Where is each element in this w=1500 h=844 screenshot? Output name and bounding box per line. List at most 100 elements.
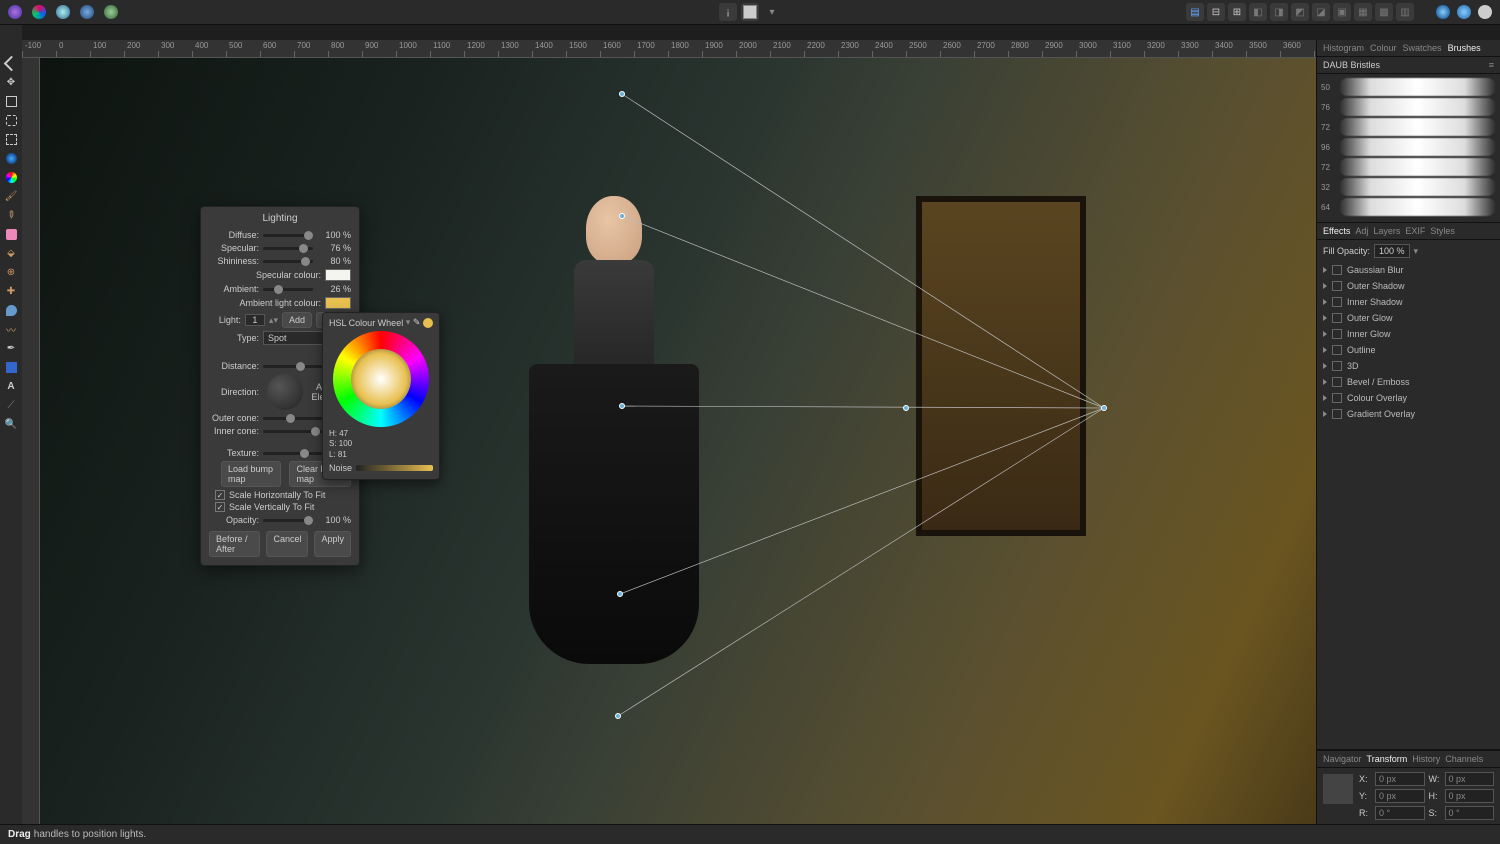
load-bump-button[interactable]: Load bump map: [221, 461, 281, 487]
fx-item[interactable]: Gradient Overlay: [1323, 406, 1494, 422]
light-cone-handle-4[interactable]: [615, 713, 621, 719]
transform-tab[interactable]: Navigator: [1323, 754, 1362, 764]
y-field[interactable]: 0 px: [1375, 789, 1425, 803]
persona-develop-icon[interactable]: [78, 3, 96, 21]
s-field[interactable]: 0 °: [1445, 806, 1495, 820]
marquee-tool[interactable]: [3, 131, 19, 147]
light-origin-handle[interactable]: [1101, 405, 1107, 411]
fx-tab[interactable]: Effects: [1323, 226, 1350, 236]
fx-item[interactable]: Outline: [1323, 342, 1494, 358]
arrange4-icon[interactable]: ◪: [1312, 3, 1330, 21]
shininess-slider[interactable]: [263, 260, 313, 263]
brush-list[interactable]: 50767296723264: [1317, 74, 1500, 222]
fx-checkbox[interactable]: [1332, 361, 1342, 371]
fx-item[interactable]: Gaussian Blur: [1323, 262, 1494, 278]
fx-tab[interactable]: EXIF: [1405, 226, 1425, 236]
smudge-tool[interactable]: 〰: [3, 321, 19, 337]
light-inner-handle[interactable]: [903, 405, 909, 411]
panel-tab[interactable]: Histogram: [1323, 43, 1364, 53]
fx-tab[interactable]: Adj: [1355, 226, 1368, 236]
cancel-button[interactable]: Cancel: [266, 531, 308, 557]
text-tool[interactable]: A: [3, 378, 19, 394]
light-stepper-icon[interactable]: ▴▾: [269, 315, 278, 326]
current-colour-swatch[interactable]: [423, 318, 433, 328]
erase-tool[interactable]: [3, 226, 19, 242]
view-tool[interactable]: ✥: [3, 74, 19, 90]
noise-slider[interactable]: [356, 465, 433, 471]
brush-set-name[interactable]: DAUB Bristles: [1323, 60, 1380, 70]
fx-checkbox[interactable]: [1332, 393, 1342, 403]
arrange2-icon[interactable]: ◨: [1270, 3, 1288, 21]
app-icon[interactable]: [6, 3, 24, 21]
h-field[interactable]: 0 px: [1445, 789, 1495, 803]
distribute-icon[interactable]: ⊞: [1228, 3, 1246, 21]
pen-tool[interactable]: ✒: [3, 340, 19, 356]
heal-tool[interactable]: ✚: [3, 283, 19, 299]
light-number-input[interactable]: [245, 314, 265, 326]
shape-tool[interactable]: [3, 359, 19, 375]
fx-checkbox[interactable]: [1332, 345, 1342, 355]
r-field[interactable]: 0 °: [1375, 806, 1425, 820]
panel-tab[interactable]: Colour: [1370, 43, 1397, 53]
snap-icon[interactable]: ▤: [1186, 3, 1204, 21]
fx-tab[interactable]: Styles: [1430, 226, 1455, 236]
fx-item[interactable]: Inner Glow: [1323, 326, 1494, 342]
toggle-a-icon[interactable]: ¡: [719, 3, 737, 21]
arrange3-icon[interactable]: ◩: [1291, 3, 1309, 21]
help-icon[interactable]: [1455, 3, 1473, 21]
fx-item[interactable]: Outer Glow: [1323, 310, 1494, 326]
fx-checkbox[interactable]: [1332, 281, 1342, 291]
ambient-colour-swatch[interactable]: [325, 297, 351, 309]
dodge-tool[interactable]: [3, 302, 19, 318]
brush-item[interactable]: 50: [1321, 78, 1496, 96]
fx-checkbox[interactable]: [1332, 265, 1342, 275]
fx-item[interactable]: Bevel / Emboss: [1323, 374, 1494, 390]
clone-tool[interactable]: ⊕: [3, 264, 19, 280]
arrange6-icon[interactable]: ▦: [1354, 3, 1372, 21]
direction-pad[interactable]: [267, 374, 303, 410]
arrange7-icon[interactable]: ▩: [1375, 3, 1393, 21]
brush-item[interactable]: 72: [1321, 118, 1496, 136]
dropdown-icon[interactable]: ▾: [763, 3, 781, 21]
arrange8-icon[interactable]: ▥: [1396, 3, 1414, 21]
transform-tab[interactable]: History: [1412, 754, 1440, 764]
persona-export-icon[interactable]: [102, 3, 120, 21]
fill-opacity-dropdown-icon[interactable]: ▾: [1414, 246, 1419, 257]
anchor-widget[interactable]: [1323, 774, 1353, 804]
x-field[interactable]: 0 px: [1375, 772, 1425, 786]
add-light-button[interactable]: Add: [282, 312, 312, 328]
light-cone-handle-2[interactable]: [619, 213, 625, 219]
paint-brush-tool[interactable]: 🖌: [3, 188, 19, 204]
w-field[interactable]: 0 px: [1445, 772, 1495, 786]
transform-tab[interactable]: Transform: [1367, 754, 1408, 764]
light-center-handle[interactable]: [619, 403, 625, 409]
flood-select-tool[interactable]: [3, 150, 19, 166]
opacity-slider[interactable]: [263, 519, 313, 522]
persona-photo-icon[interactable]: [30, 3, 48, 21]
pencil-tool[interactable]: ✎: [0, 204, 22, 227]
fx-checkbox[interactable]: [1332, 313, 1342, 323]
fx-item[interactable]: Colour Overlay: [1323, 390, 1494, 406]
brush-item[interactable]: 64: [1321, 198, 1496, 216]
eyedropper-tool[interactable]: ⟋: [3, 397, 19, 413]
fx-tab[interactable]: Layers: [1373, 226, 1400, 236]
persona-liquify-icon[interactable]: [54, 3, 72, 21]
arrange1-icon[interactable]: ◧: [1249, 3, 1267, 21]
ambient-slider[interactable]: [263, 288, 313, 291]
specular-slider[interactable]: [263, 247, 313, 250]
scale-h-checkbox[interactable]: ✓: [215, 490, 225, 500]
crop-tool[interactable]: [3, 93, 19, 109]
light-cone-handle-1[interactable]: [619, 91, 625, 97]
fill-tool[interactable]: ⬙: [3, 245, 19, 261]
selection-tool[interactable]: [3, 112, 19, 128]
assistant-icon[interactable]: [1434, 3, 1452, 21]
eyedropper-icon[interactable]: ✎: [413, 317, 421, 328]
brush-menu-icon[interactable]: ≡: [1489, 60, 1494, 70]
fx-item[interactable]: Inner Shadow: [1323, 294, 1494, 310]
colour-mode-dropdown-icon[interactable]: ▾: [406, 317, 411, 328]
brush-item[interactable]: 32: [1321, 178, 1496, 196]
fx-checkbox[interactable]: [1332, 297, 1342, 307]
fx-checkbox[interactable]: [1332, 409, 1342, 419]
zoom-tool[interactable]: 🔍: [3, 416, 19, 432]
move-tool[interactable]: [3, 55, 19, 71]
